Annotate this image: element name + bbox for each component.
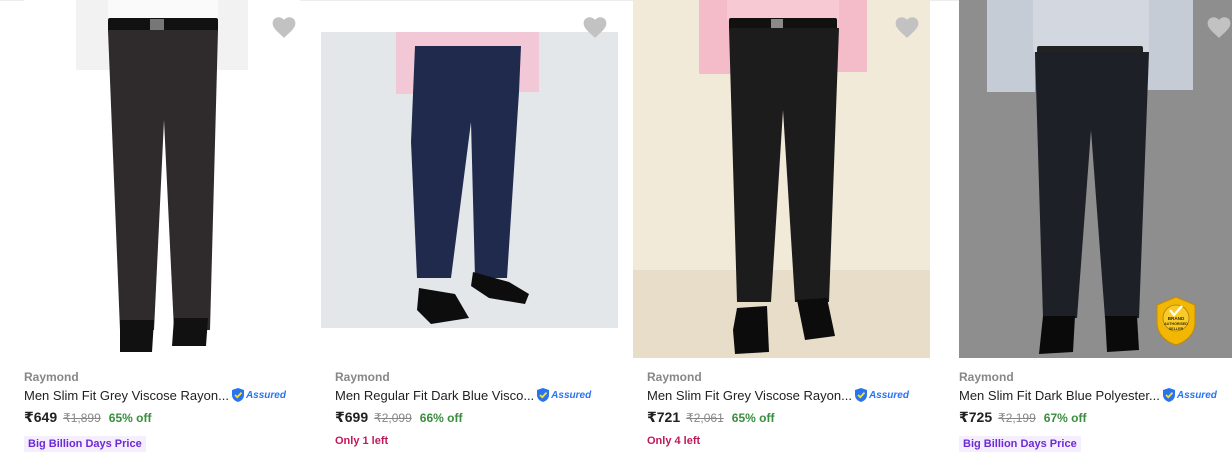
discount-percent: 65% off	[731, 411, 775, 425]
product-card[interactable]: Raymond Men Slim Fit Grey Viscose Rayon.…	[0, 0, 300, 452]
product-brand: Raymond	[335, 370, 390, 384]
assured-shield-icon	[1162, 388, 1175, 402]
wishlist-heart-icon[interactable]	[1206, 15, 1232, 39]
discount-percent: 65% off	[108, 411, 152, 425]
product-title-row[interactable]: Men Slim Fit Grey Viscose Rayon... Assur…	[24, 386, 286, 404]
product-title-row[interactable]: Men Slim Fit Grey Viscose Rayon... Assur…	[647, 386, 909, 404]
original-price: ₹2,199	[998, 411, 1036, 425]
assured-badge: Assured	[854, 387, 909, 403]
product-title-row[interactable]: Men Regular Fit Dark Blue Visco... Assur…	[335, 386, 591, 404]
assured-label: Assured	[245, 389, 286, 401]
assured-shield-icon	[854, 388, 867, 402]
stock-status: Only 1 left	[335, 435, 389, 447]
svg-text:SELLER: SELLER	[1169, 327, 1184, 331]
product-title[interactable]: Men Slim Fit Dark Blue Polyester...	[959, 388, 1160, 403]
wishlist-heart-icon[interactable]	[582, 15, 608, 39]
price-row: ₹725 ₹2,199 67% off	[959, 409, 1086, 426]
assured-label: Assured	[868, 389, 909, 401]
price-row: ₹721 ₹2,061 65% off	[647, 409, 774, 426]
assured-shield-icon	[231, 388, 244, 402]
product-title[interactable]: Men Regular Fit Dark Blue Visco...	[335, 388, 534, 403]
discount-percent: 67% off	[1043, 411, 1087, 425]
discount-percent: 66% off	[419, 411, 463, 425]
stock-status: Only 4 left	[647, 435, 701, 447]
assured-label: Assured	[551, 389, 592, 401]
product-image[interactable]	[633, 0, 930, 358]
wishlist-heart-icon[interactable]	[894, 15, 920, 39]
original-price: ₹2,099	[374, 411, 412, 425]
product-title[interactable]: Men Slim Fit Grey Viscose Rayon...	[647, 388, 852, 403]
product-title-row[interactable]: Men Slim Fit Dark Blue Polyester... Assu…	[959, 386, 1217, 404]
price-row: ₹699 ₹2,099 66% off	[335, 409, 462, 426]
product-brand: Raymond	[647, 370, 702, 384]
assured-badge: Assured	[536, 387, 591, 403]
svg-text:AUTHORISED: AUTHORISED	[1164, 322, 1188, 326]
product-title[interactable]: Men Slim Fit Grey Viscose Rayon...	[24, 388, 229, 403]
assured-badge: Assured	[1162, 387, 1217, 403]
offer-badge: Big Billion Days Price	[959, 436, 1081, 452]
offer-badge: Big Billion Days Price	[24, 436, 146, 452]
assured-shield-icon	[537, 388, 550, 402]
wishlist-heart-icon[interactable]	[271, 15, 297, 39]
selling-price: ₹699	[335, 409, 369, 425]
product-image[interactable]	[321, 32, 618, 328]
assured-label: Assured	[1176, 389, 1217, 401]
product-card[interactable]: Raymond Men Regular Fit Dark Blue Visco.…	[311, 0, 618, 452]
svg-text:BRAND: BRAND	[1168, 316, 1185, 321]
assured-badge: Assured	[231, 387, 286, 403]
product-card[interactable]: BRAND AUTHORISED SELLER Raymond Men Slim…	[935, 0, 1232, 452]
selling-price: ₹649	[24, 409, 58, 425]
product-card[interactable]: Raymond Men Slim Fit Grey Viscose Rayon.…	[623, 0, 930, 452]
original-price: ₹2,061	[686, 411, 724, 425]
brand-authorised-seller-seal: BRAND AUTHORISED SELLER	[1155, 296, 1197, 346]
selling-price: ₹721	[647, 409, 681, 425]
original-price: ₹1,899	[63, 411, 101, 425]
price-row: ₹649 ₹1,899 65% off	[24, 409, 151, 426]
product-image[interactable]	[24, 0, 300, 358]
selling-price: ₹725	[959, 409, 993, 425]
product-brand: Raymond	[24, 370, 79, 384]
product-brand: Raymond	[959, 370, 1014, 384]
